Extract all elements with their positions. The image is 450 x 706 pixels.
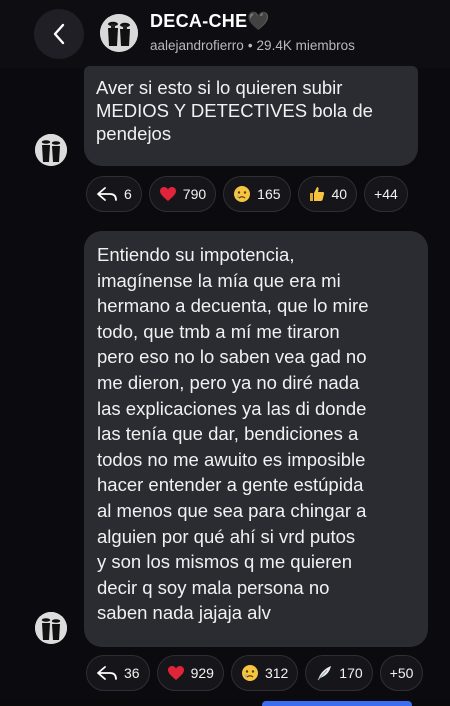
message-bubble[interactable]: Entiendo su impotencia, imagínense la mí… [84, 231, 428, 647]
heart-icon [159, 187, 176, 201]
reaction-count: 790 [182, 186, 207, 202]
sender-avatar[interactable] [35, 134, 67, 166]
thumbs-up-icon [309, 187, 324, 201]
reply-icon [97, 187, 117, 201]
message-line: las tenía que dar, bendiciones a [97, 423, 359, 445]
reaction-count: +50 [389, 665, 414, 681]
message-line: Entiendo su impotencia, [97, 244, 295, 265]
message-line: las explicaciones ya las di donde [97, 397, 367, 419]
reaction-bar: 36 929 312 170 +50 [86, 655, 424, 691]
crying-reaction[interactable]: 312 [230, 655, 299, 691]
message-bubble[interactable]: Aver si esto si lo quieren subir MEDIOS … [84, 66, 418, 166]
reply-chip[interactable]: 36 [86, 655, 150, 691]
avatar-figures-icon [35, 612, 67, 644]
heart-reaction[interactable]: 790 [148, 176, 217, 212]
heart-reaction[interactable]: 929 [156, 655, 224, 691]
message-text: Aver si esto si lo quieren subir MEDIOS … [96, 76, 412, 145]
crying-face-icon [234, 186, 251, 202]
message-line: pero eso no lo saben vea gad no [97, 346, 367, 368]
chevron-left-icon [53, 23, 65, 45]
back-button[interactable] [34, 9, 84, 59]
message-line: pendejos [96, 123, 172, 144]
message-line: hacer entender a gente estúpida [97, 474, 364, 496]
reaction-count: 36 [124, 665, 140, 681]
feather-reaction[interactable]: 170 [305, 655, 373, 691]
member-count: 29.4K miembros [256, 38, 355, 53]
message-line: hermano a decuenta, que lo mire [97, 295, 369, 317]
message-line: todo, que tmb a mí me tiraron [97, 320, 340, 342]
more-reactions-chip[interactable]: +50 [379, 655, 424, 691]
reaction-count: 165 [257, 186, 281, 202]
bottom-action-pill[interactable] [262, 701, 412, 706]
more-reactions-chip[interactable]: +44 [364, 176, 408, 212]
avatar-figures-icon [35, 134, 67, 166]
avatar-figures-icon [100, 14, 138, 52]
message-line: Aver si esto si lo quieren subir [96, 77, 343, 98]
sender-avatar[interactable] [35, 612, 67, 644]
channel-header: DECA-CHE🖤 aalejandrofierro • 29.4K miembro… [0, 0, 450, 68]
message-line: y son los mismos q me quieren [97, 551, 352, 573]
crying-face-icon [241, 665, 258, 681]
reaction-count: 6 [124, 186, 132, 202]
channel-subtitle: aalejandrofierro • 29.4K miembros [150, 38, 355, 53]
heart-icon [167, 666, 184, 680]
message-line: alguien por qué ahí si vrd putos [97, 525, 356, 547]
thumbs-up-reaction[interactable]: 40 [297, 176, 358, 212]
reply-chip[interactable]: 6 [86, 176, 142, 212]
reaction-count: 929 [190, 665, 214, 681]
message-line: MEDIOS Y DETECTIVES bola de [96, 100, 373, 121]
subtitle-separator: • [247, 38, 253, 53]
feather-icon [317, 666, 332, 681]
reaction-count: 312 [264, 665, 289, 681]
message-line: saben nada jajaja alv [97, 602, 271, 624]
message-line: todos no me awuito es imposible [97, 448, 366, 470]
reaction-count: +44 [374, 186, 398, 202]
message-line: al menos que sea para chingar a [97, 499, 367, 521]
channel-username: aalejandrofierro [150, 38, 244, 53]
message-line: imagínense la mía que era mi [97, 269, 341, 291]
crying-reaction[interactable]: 165 [223, 176, 291, 212]
chat-screen: DECA-CHE🖤 aalejandrofierro • 29.4K miembro… [0, 0, 450, 706]
channel-avatar[interactable] [100, 14, 138, 52]
reaction-count: 40 [331, 186, 348, 202]
message-text: Entiendo su impotencia, imagínense la mí… [97, 242, 421, 626]
reply-icon [97, 666, 117, 680]
message-line: decir q soy mala persona no [97, 576, 330, 598]
channel-title[interactable]: DECA-CHE🖤 [150, 11, 270, 32]
reaction-count: 170 [339, 665, 363, 681]
message-line: me dieron, pero ya no diré nada [97, 371, 360, 393]
reaction-bar: 6 790 165 40 +44 [86, 176, 408, 212]
